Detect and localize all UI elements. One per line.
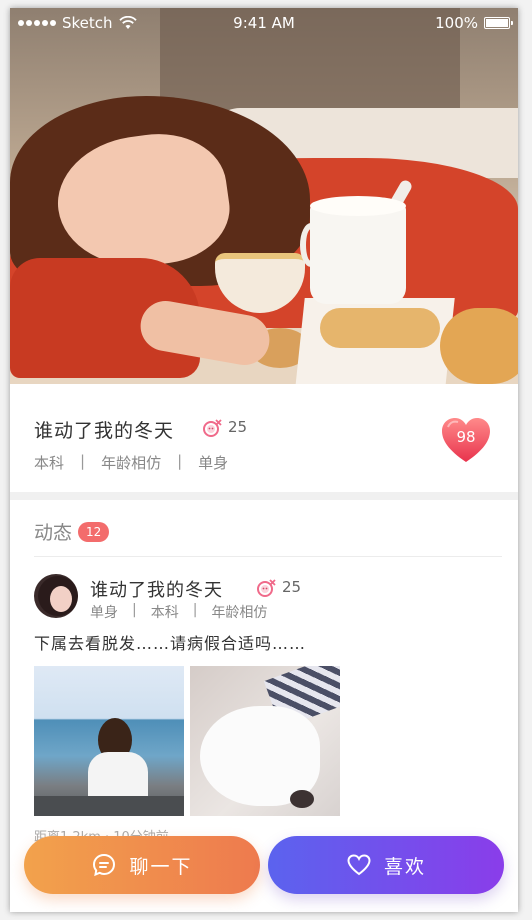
moments-count-badge: 12 (78, 521, 110, 542)
moments-title: 动态 (34, 522, 73, 544)
device-frame: Sketch 9:41 AM 100% 谁动了我的冬天 25 本科 | 年龄相仿… (0, 0, 532, 920)
post-author-name: 谁动了我的冬天 (90, 580, 223, 601)
battery-percent: 100% (435, 14, 478, 32)
post-text: 下属去看脱发……请病假合适吗…… (34, 634, 307, 653)
female-icon (257, 579, 276, 597)
battery-icon (484, 17, 513, 29)
heart-outline-icon (347, 854, 371, 876)
screen: Sketch 9:41 AM 100% 谁动了我的冬天 25 本科 | 年龄相仿… (10, 8, 518, 912)
tag-relationship: 单身 (198, 454, 229, 472)
post-photo-beach[interactable] (34, 666, 184, 816)
female-icon (203, 419, 222, 437)
match-score: 98 (456, 428, 476, 446)
profile-photo[interactable] (10, 8, 518, 384)
tag-age-match: 年龄相仿 (101, 454, 162, 472)
like-button-label: 喜欢 (383, 855, 426, 878)
section-divider (10, 492, 518, 500)
post-photo-dog[interactable] (190, 666, 340, 816)
profile-info: 谁动了我的冬天 25 本科 | 年龄相仿 | 单身 98 (10, 384, 518, 492)
match-score-badge[interactable]: 98 (438, 412, 494, 468)
post-photos (34, 666, 340, 816)
moments-header[interactable]: 动态 12 (34, 518, 110, 545)
post-author-age: 25 (282, 578, 302, 596)
tag-age-match: 年龄相仿 (211, 605, 268, 621)
tag-relationship: 单身 (90, 605, 118, 621)
gender-age-badge: 25 (202, 416, 247, 438)
profile-age: 25 (228, 418, 248, 436)
post-gender-age-badge: 25 (256, 576, 301, 598)
chat-button[interactable]: 聊一下 (24, 836, 260, 894)
tag-education: 本科 (34, 454, 65, 472)
tag-education: 本科 (150, 605, 179, 621)
post-author-tags: 单身 | 本科 | 年龄相仿 (90, 602, 268, 621)
profile-tags: 本科 | 年龄相仿 | 单身 (34, 452, 229, 472)
moments-divider (34, 556, 502, 557)
status-bar: Sketch 9:41 AM 100% (10, 8, 518, 38)
avatar[interactable] (34, 574, 78, 618)
like-button[interactable]: 喜欢 (268, 836, 504, 894)
chat-button-label: 聊一下 (129, 855, 193, 878)
chat-bubble-icon (93, 853, 116, 877)
profile-name: 谁动了我的冬天 (34, 420, 175, 442)
